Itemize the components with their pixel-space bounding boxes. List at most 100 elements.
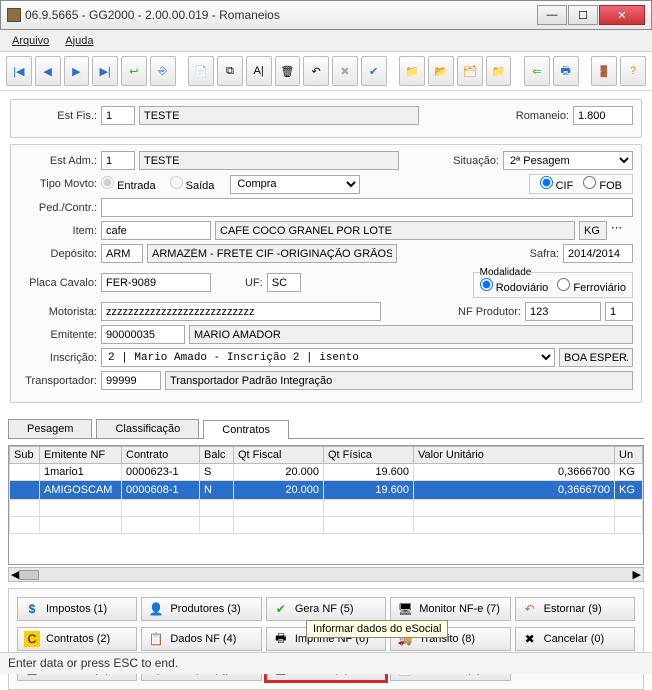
last-icon[interactable]: ▶| xyxy=(92,56,118,86)
table-row[interactable] xyxy=(10,500,643,517)
monitor-button[interactable]: 🖥Monitor NF-e (7) xyxy=(390,597,510,621)
nf-prod-ser-input[interactable] xyxy=(605,302,633,321)
inscricao-select[interactable]: 2 | Mario Amado - Inscrição 2 | isento xyxy=(101,348,555,367)
cancel-icon: ✖ xyxy=(522,631,538,647)
print-icon[interactable]: 🖶 xyxy=(553,56,579,86)
menu-ajuda[interactable]: Ajuda xyxy=(57,33,101,49)
deposito-desc xyxy=(147,244,397,263)
check-icon: ✔ xyxy=(273,601,289,617)
romaneio-label: Romaneio: xyxy=(516,110,569,122)
item-lookup-icon[interactable]: ⋯ xyxy=(611,221,633,240)
edit-icon[interactable]: A| xyxy=(246,56,272,86)
mail-icon: C xyxy=(24,631,40,647)
col-un[interactable]: Un xyxy=(615,447,643,464)
geranf-button[interactable]: ✔Gera NF (5) xyxy=(266,597,386,621)
first-icon[interactable]: |◀ xyxy=(6,56,32,86)
col-valunit[interactable]: Valor Unitário xyxy=(414,447,615,464)
entrada-radio[interactable]: Entrada xyxy=(101,176,156,192)
folder2-icon[interactable]: 📂 xyxy=(428,56,454,86)
est-adm-label: Est Adm.: xyxy=(19,155,97,167)
window-title: 06.9.5665 - GG2000 - 2.00.00.019 - Roman… xyxy=(25,8,536,22)
tipo-movto-label: Tipo Movto: xyxy=(19,178,97,190)
situacao-select[interactable]: 2ª Pesagem xyxy=(503,151,633,170)
delete-icon[interactable]: 🗑 xyxy=(275,56,301,86)
emitente-name xyxy=(189,325,633,344)
cancelar-button[interactable]: ✖Cancelar (0) xyxy=(515,627,635,651)
folder3-icon[interactable]: 🗂 xyxy=(457,56,483,86)
romaneio-input[interactable] xyxy=(573,106,633,125)
ped-contr-input[interactable] xyxy=(101,198,633,217)
maximize-button[interactable]: ☐ xyxy=(568,5,598,25)
motorista-input[interactable] xyxy=(101,302,381,321)
folder1-icon[interactable]: 📁 xyxy=(399,56,425,86)
return-icon[interactable]: ↩ xyxy=(121,56,147,86)
app-icon xyxy=(7,8,21,22)
contratos-grid[interactable]: Sub Emitente NF Contrato Balc Qt Fiscal … xyxy=(8,445,644,565)
folder-del-icon[interactable]: 📁 xyxy=(486,56,512,86)
doc-icon: 📋 xyxy=(148,631,164,647)
next-icon[interactable]: ▶ xyxy=(64,56,90,86)
person-icon: 👤 xyxy=(148,601,164,617)
deposito-code-input[interactable] xyxy=(101,244,143,263)
impostos-button[interactable]: $Impostos (1) xyxy=(17,597,137,621)
item-code-input[interactable] xyxy=(101,221,211,240)
exit-icon[interactable]: 🚪 xyxy=(591,56,617,86)
new-icon[interactable]: 📄 xyxy=(188,56,214,86)
table-row[interactable] xyxy=(10,517,643,534)
cancel-icon[interactable]: ✖ xyxy=(332,56,358,86)
monitor-icon: 🖥 xyxy=(397,601,413,617)
estornar-button[interactable]: ↶Estornar (9) xyxy=(515,597,635,621)
inscricao-label: Inscrição: xyxy=(19,352,97,364)
tooltip: Informar dados do eSocial xyxy=(306,620,448,638)
table-row[interactable]: 1mario10000623-1 S20.00019.600 0,3666700… xyxy=(10,464,643,481)
safra-input[interactable] xyxy=(563,244,633,263)
est-fis-label: Est Fis.: xyxy=(19,110,97,122)
minimize-button[interactable]: — xyxy=(537,5,567,25)
link-icon[interactable]: ⇐ xyxy=(524,56,550,86)
tab-pesagem[interactable]: Pesagem xyxy=(8,419,92,438)
transp-code-input[interactable] xyxy=(101,371,161,390)
help-icon[interactable]: ? xyxy=(620,56,646,86)
est-fis-name xyxy=(139,106,419,125)
produtores-button[interactable]: 👤Produtores (3) xyxy=(141,597,261,621)
placa-input[interactable] xyxy=(101,273,211,292)
copy-icon[interactable]: ⧉ xyxy=(217,56,243,86)
tab-contratos[interactable]: Contratos xyxy=(203,420,289,439)
emitente-code-input[interactable] xyxy=(101,325,185,344)
menu-arquivo[interactable]: Arquivo xyxy=(4,33,57,49)
ped-contr-label: Ped./Contr.: xyxy=(19,202,97,214)
horizontal-scrollbar[interactable]: ◀▶ xyxy=(8,567,644,582)
col-qtfisica[interactable]: Qt Física xyxy=(324,447,414,464)
status-bar: Enter data or press ESC to end. xyxy=(0,652,652,674)
est-adm-code-input[interactable] xyxy=(101,151,135,170)
safra-label: Safra: xyxy=(530,248,559,260)
goto-icon[interactable]: ⎆ xyxy=(150,56,176,86)
col-balc[interactable]: Balc xyxy=(200,447,234,464)
dadosnf-button[interactable]: 📋Dados NF (4) xyxy=(141,627,261,651)
item-desc xyxy=(215,221,575,240)
prev-icon[interactable]: ◀ xyxy=(35,56,61,86)
movto-type-select[interactable]: Compra xyxy=(230,175,360,194)
contratos-button[interactable]: CContratos (2) xyxy=(17,627,137,651)
table-row[interactable]: AMIGOSCAM0000608-1 N20.00019.600 0,36667… xyxy=(10,481,643,500)
col-emit[interactable]: Emitente NF xyxy=(40,447,122,464)
saida-radio[interactable]: Saída xyxy=(170,176,215,192)
uf-input[interactable] xyxy=(267,273,301,292)
nf-prod-input[interactable] xyxy=(525,302,601,321)
col-qtfiscal[interactable]: Qt Fiscal xyxy=(234,447,324,464)
est-fis-code-input[interactable] xyxy=(101,106,135,125)
inscricao-extra xyxy=(559,348,633,367)
deposito-label: Depósito: xyxy=(19,248,97,260)
confirm-icon[interactable]: ✔ xyxy=(361,56,387,86)
toolbar: |◀ ◀ ▶ ▶| ↩ ⎆ 📄 ⧉ A| 🗑 ↶ ✖ ✔ 📁 📂 🗂 📁 ⇐ 🖶… xyxy=(0,52,652,91)
fob-radio[interactable]: FOB xyxy=(583,176,622,192)
undo-icon[interactable]: ↶ xyxy=(303,56,329,86)
cif-radio[interactable]: CIF xyxy=(540,176,574,192)
ferroviario-radio[interactable]: Ferroviário xyxy=(557,282,626,294)
rodoviario-radio[interactable]: Rodoviário xyxy=(480,282,549,294)
tab-classificacao[interactable]: Classificação xyxy=(96,419,199,438)
col-contrato[interactable]: Contrato xyxy=(122,447,200,464)
col-sub[interactable]: Sub xyxy=(10,447,40,464)
close-button[interactable]: ✕ xyxy=(599,5,645,25)
print-icon: 🖶 xyxy=(273,631,289,647)
